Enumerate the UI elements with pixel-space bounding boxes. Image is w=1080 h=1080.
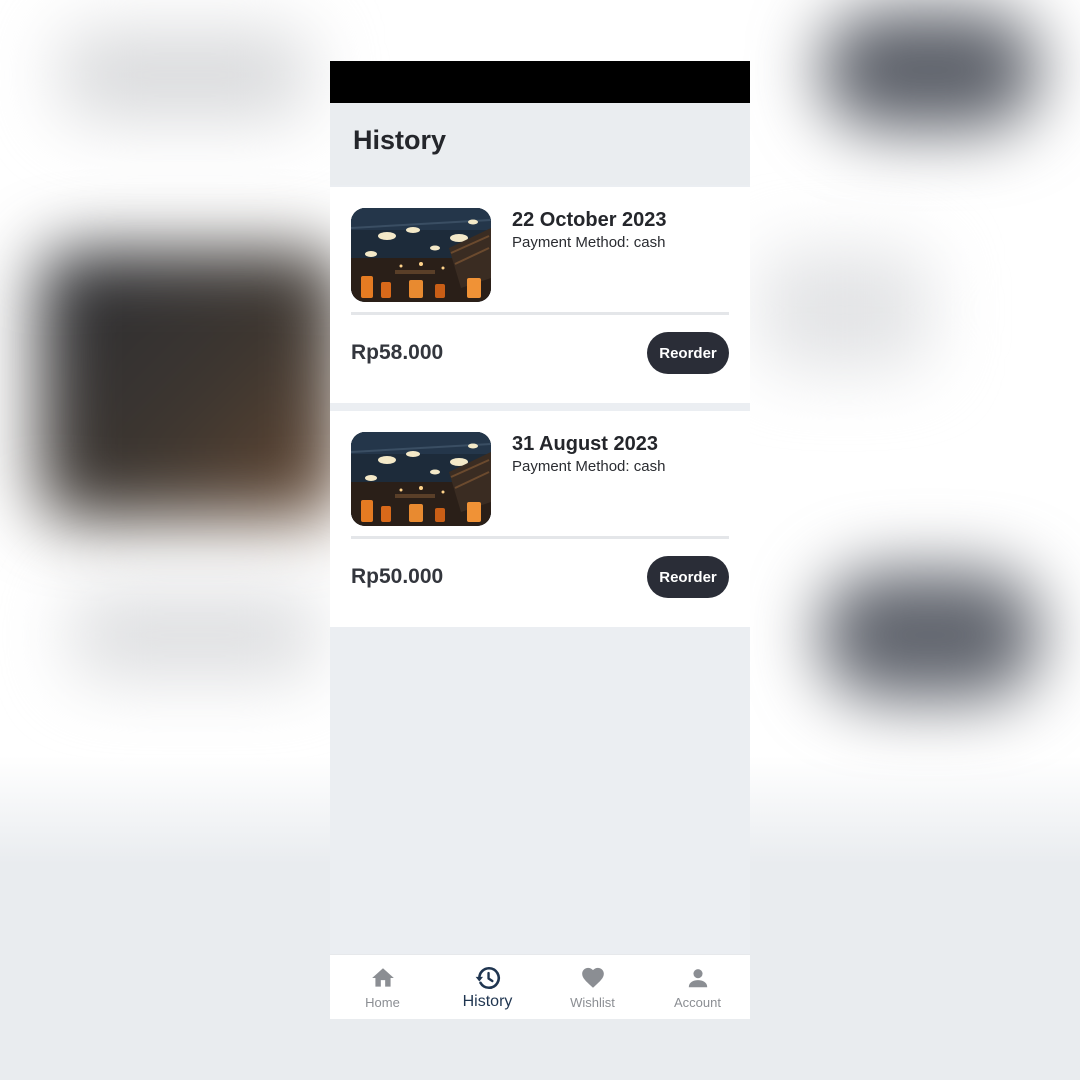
order-date: 31 August 2023 [512,433,658,455]
nav-item-history[interactable]: History [435,955,540,1019]
backdrop-blur-shape [820,10,1040,130]
payment-method-text: Payment Method: cash [512,234,666,251]
page-title: History [353,125,447,155]
restaurant-thumbnail [351,208,491,302]
nav-label-history: History [462,993,513,1010]
restaurant-thumbnail [351,432,491,526]
history-icon [475,965,501,991]
divider [351,536,729,539]
backdrop-blur-shape [760,250,930,370]
bottom-navigation: Home History Wishlist Account [330,954,750,1019]
nav-label-home: Home [365,995,400,1010]
nav-label-wishlist: Wishlist [570,995,615,1010]
backdrop-blur-shape [60,30,310,120]
divider [351,312,729,315]
order-card[interactable]: 31 August 2023 Payment Method: cash Rp50… [330,411,750,627]
nav-label-account: Account [674,995,721,1010]
order-price: Rp58.000 [351,341,444,364]
heart-icon [580,965,606,991]
nav-item-account[interactable]: Account [645,955,750,1019]
backdrop-blur-shape [70,590,320,680]
app-header: History [330,103,750,185]
reorder-button[interactable]: Reorder [647,556,729,598]
order-card[interactable]: 22 October 2023 Payment Method: cash Rp5… [330,187,750,403]
nav-item-home[interactable]: Home [330,955,435,1019]
home-icon [370,965,396,991]
backdrop-blur-shape [820,570,1040,700]
reorder-button[interactable]: Reorder [647,332,729,374]
order-price: Rp50.000 [351,565,444,588]
backdrop-blur-shape [40,250,340,520]
status-bar [330,61,750,103]
payment-method-text: Payment Method: cash [512,458,666,475]
phone-screen: History 22 October 2023 Payment Method: … [330,61,750,1019]
nav-item-wishlist[interactable]: Wishlist [540,955,645,1019]
account-icon [685,965,711,991]
order-date: 22 October 2023 [512,209,667,231]
